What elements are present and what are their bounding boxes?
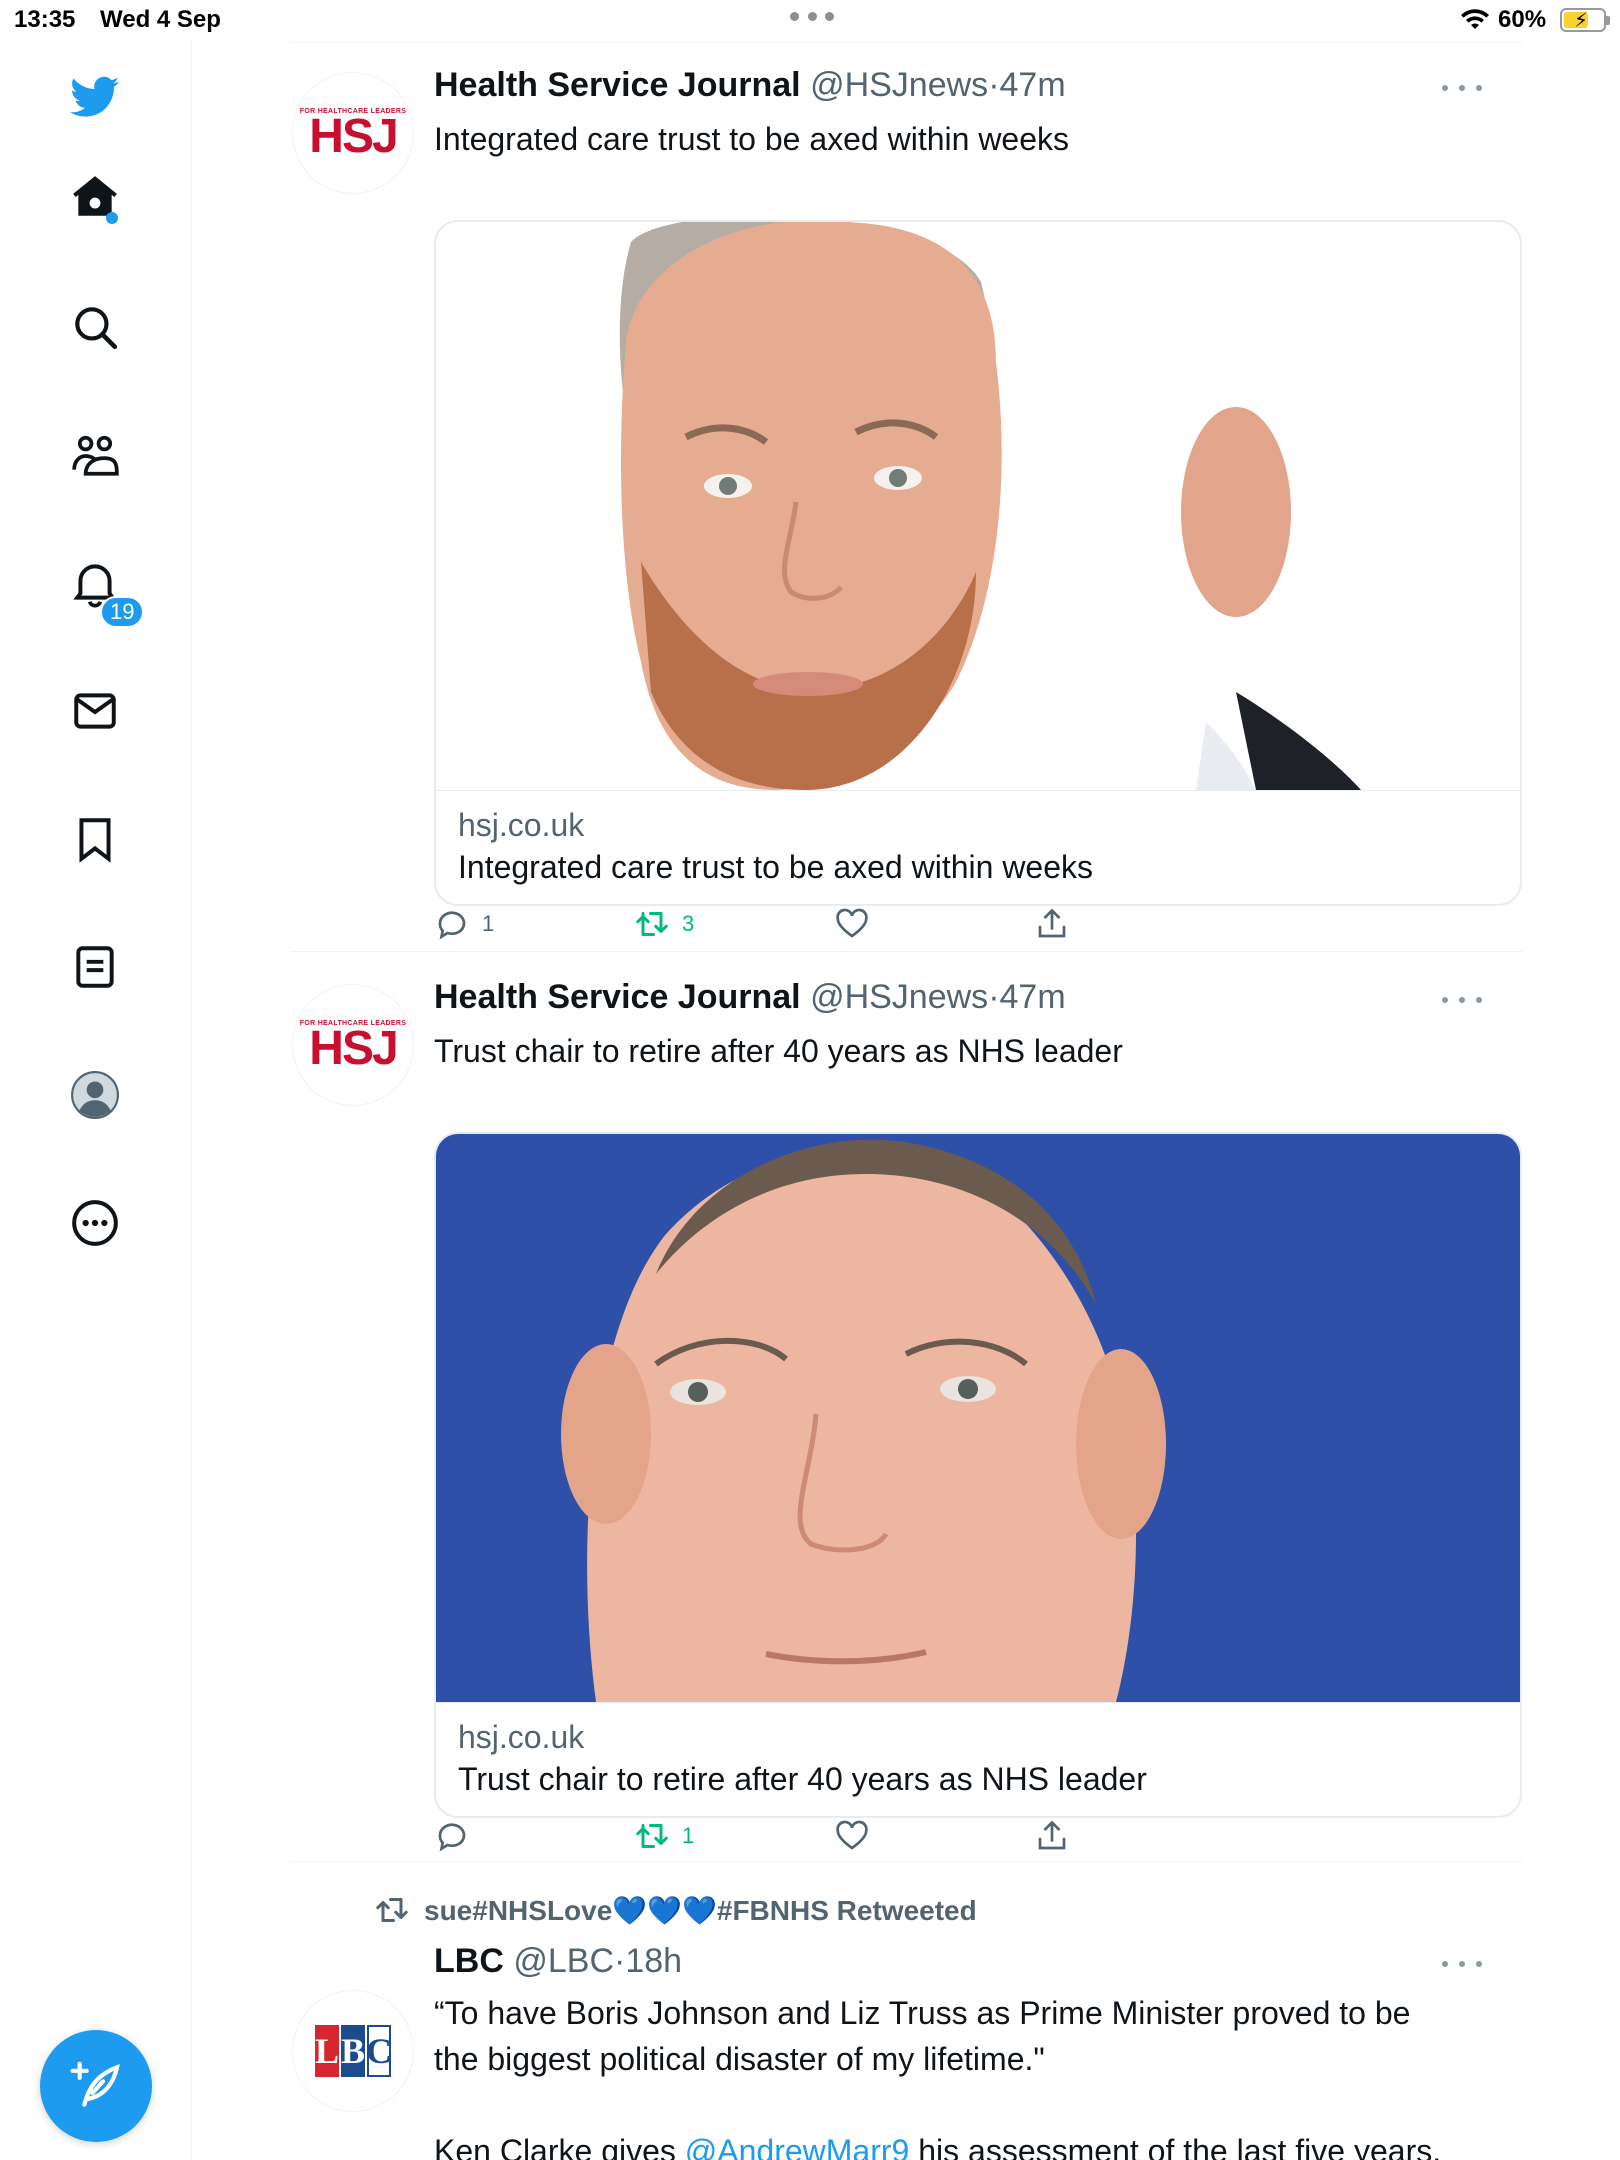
bookmarks-icon[interactable]: [62, 806, 128, 872]
lbc-logo: L B C: [315, 2025, 392, 2077]
timeline[interactable]: FOR HEALTHCARE LEADERS HSJ Health Servic…: [290, 40, 1522, 2160]
twitter-logo-icon[interactable]: [62, 64, 128, 130]
tweet-more-icon[interactable]: [1442, 994, 1482, 1006]
author-name[interactable]: Health Service Journal: [434, 66, 801, 104]
tweet-text-line: the biggest political disaster of my lif…: [434, 2041, 1045, 2077]
tweet-header: Health Service Journal @HSJnews·47m: [434, 978, 1066, 1017]
tweet-text: Trust chair to retire after 40 years as …: [434, 1033, 1123, 1069]
status-date: Wed 4 Sep: [100, 6, 221, 33]
card-info: hsj.co.uk Trust chair to retire after 40…: [436, 1702, 1520, 1816]
tweet-actions: 1 3: [434, 906, 1134, 950]
mention-link[interactable]: @AndrewMarr9: [685, 2133, 910, 2160]
tweet-text-line: “To have Boris Johnson and Liz Truss as …: [434, 1995, 1411, 2031]
tweet[interactable]: FOR HEALTHCARE LEADERS HSJ Health Servic…: [290, 976, 1522, 1862]
status-time: 13:35: [14, 6, 76, 33]
avatar[interactable]: FOR HEALTHCARE LEADERS HSJ: [292, 72, 414, 194]
author-handle[interactable]: @HSJnews: [810, 66, 988, 104]
header-dot: ·: [988, 978, 1000, 1016]
tweet[interactable]: FOR HEALTHCARE LEADERS HSJ Health Servic…: [290, 64, 1522, 952]
timeline-divider: [290, 42, 1522, 43]
notifications-badge: 19: [100, 596, 145, 628]
retweet-button[interactable]: 1: [634, 1818, 694, 1854]
retweet-icon: [376, 1898, 408, 1922]
reply-button[interactable]: 1: [434, 906, 494, 942]
more-options-icon[interactable]: [62, 1190, 128, 1256]
reply-button[interactable]: [434, 1818, 482, 1854]
card-title: Trust chair to retire after 40 years as …: [458, 1761, 1147, 1797]
header-dot: ·: [988, 66, 1000, 104]
share-button[interactable]: [1034, 906, 1070, 942]
author-name[interactable]: LBC: [434, 1942, 504, 1980]
share-icon: [1038, 1820, 1066, 1850]
retweeted-by-text: sue#NHSLove💙💙💙#FBNHS Retweeted: [424, 1894, 977, 1926]
retweet-count: 1: [682, 1823, 695, 1848]
home-new-dot: [106, 212, 118, 224]
charging-bolt-icon: ⚡: [1574, 10, 1589, 32]
compose-tweet-button[interactable]: [40, 2030, 152, 2142]
hsj-logo: FOR HEALTHCARE LEADERS HSJ: [299, 1019, 407, 1075]
profile-avatar-icon[interactable]: [62, 1062, 128, 1128]
tweet-time[interactable]: 47m: [1000, 66, 1066, 104]
avatar[interactable]: FOR HEALTHCARE LEADERS HSJ: [292, 984, 414, 1106]
wifi-icon: [1461, 9, 1489, 29]
messages-icon[interactable]: [62, 678, 128, 744]
search-icon[interactable]: [62, 294, 128, 360]
retweeted-by-line[interactable]: sue#NHSLove💙💙💙#FBNHS Retweeted: [374, 1892, 977, 1928]
reply-icon: [438, 911, 466, 940]
retweet-button[interactable]: 3: [634, 906, 694, 942]
author-handle[interactable]: @LBC: [513, 1942, 614, 1980]
reply-icon: [438, 1823, 466, 1852]
tweet-time[interactable]: 47m: [1000, 978, 1066, 1016]
tweet[interactable]: sue#NHSLove💙💙💙#FBNHS Retweeted L B C LBC…: [290, 1886, 1522, 2160]
like-button[interactable]: [834, 906, 870, 942]
link-card[interactable]: hsj.co.uk Trust chair to retire after 40…: [434, 1132, 1522, 1818]
share-button[interactable]: [1034, 1818, 1070, 1854]
card-image: [436, 222, 1520, 790]
card-domain: hsj.co.uk: [458, 807, 585, 843]
battery-percent: 60%: [1498, 6, 1547, 33]
heart-icon: [836, 1820, 868, 1850]
tweet-text: Integrated care trust to be axed within …: [434, 121, 1070, 157]
card-image: [436, 1134, 1520, 1702]
tweet-more-icon[interactable]: [1442, 82, 1482, 94]
header-dot: ·: [614, 1942, 626, 1980]
retweet-icon: [636, 912, 668, 936]
tweet-more-icon[interactable]: [1442, 1958, 1482, 1970]
tweet-header: LBC @LBC·18h: [434, 1942, 682, 1981]
hsj-logo: FOR HEALTHCARE LEADERS HSJ: [299, 107, 407, 163]
home-icon[interactable]: [62, 164, 128, 230]
author-handle[interactable]: @HSJnews: [810, 978, 988, 1016]
share-icon: [1038, 908, 1066, 938]
multitasking-dots-icon[interactable]: [790, 12, 834, 22]
tweet-header: Health Service Journal @HSJnews·47m: [434, 66, 1066, 105]
card-domain: hsj.co.uk: [458, 1719, 585, 1755]
retweet-count: 3: [682, 911, 695, 936]
status-bar: 13:35 Wed 4 Sep 60% ⚡: [0, 0, 1620, 40]
retweet-icon: [636, 1824, 668, 1848]
communities-icon[interactable]: [62, 422, 128, 488]
sidebar-nav: 19: [0, 40, 192, 2160]
compose-tweet-icon: [70, 2061, 120, 2107]
author-name[interactable]: Health Service Journal: [434, 978, 801, 1016]
battery-icon: ⚡: [1560, 8, 1610, 32]
tweet-divider: [290, 1861, 1522, 1862]
card-title: Integrated care trust to be axed within …: [458, 849, 1094, 885]
lists-icon[interactable]: [62, 934, 128, 1000]
reply-count: 1: [482, 911, 495, 936]
link-card[interactable]: hsj.co.uk Integrated care trust to be ax…: [434, 220, 1522, 906]
tweet-divider: [290, 951, 1522, 952]
like-button[interactable]: [834, 1818, 870, 1854]
avatar[interactable]: L B C: [292, 1990, 414, 2112]
tweet-text-line: Ken Clarke gives @AndrewMarr9 his assess…: [434, 2128, 1441, 2160]
heart-icon: [836, 908, 868, 938]
card-info: hsj.co.uk Integrated care trust to be ax…: [436, 790, 1520, 904]
tweet-time[interactable]: 18h: [625, 1942, 682, 1980]
tweet-actions: 1: [434, 1818, 1134, 1862]
